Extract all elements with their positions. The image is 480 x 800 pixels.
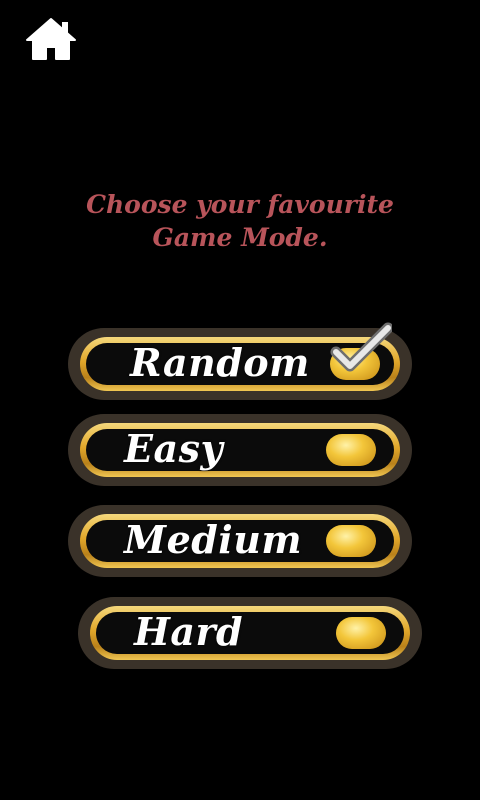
mode-button-medium[interactable]: Medium bbox=[68, 505, 412, 577]
checkmark-icon bbox=[330, 322, 392, 374]
prompt-line-2: Game Mode. bbox=[152, 223, 328, 252]
mode-label-medium: Medium bbox=[124, 517, 303, 562]
mode-button-hard[interactable]: Hard bbox=[78, 597, 422, 669]
gold-dot-icon bbox=[336, 617, 386, 649]
mode-label-hard: Hard bbox=[134, 609, 244, 654]
gold-dot-icon bbox=[326, 434, 376, 466]
mode-button-easy[interactable]: Easy bbox=[68, 414, 412, 486]
mode-label-random: Random bbox=[130, 340, 310, 385]
game-mode-prompt: Choose your favourite Game Mode. bbox=[0, 188, 480, 254]
home-icon bbox=[26, 18, 76, 60]
prompt-line-1: Choose your favourite bbox=[86, 190, 394, 219]
home-button[interactable] bbox=[24, 16, 78, 62]
gold-dot-icon bbox=[326, 525, 376, 557]
mode-label-easy: Easy bbox=[124, 426, 224, 471]
